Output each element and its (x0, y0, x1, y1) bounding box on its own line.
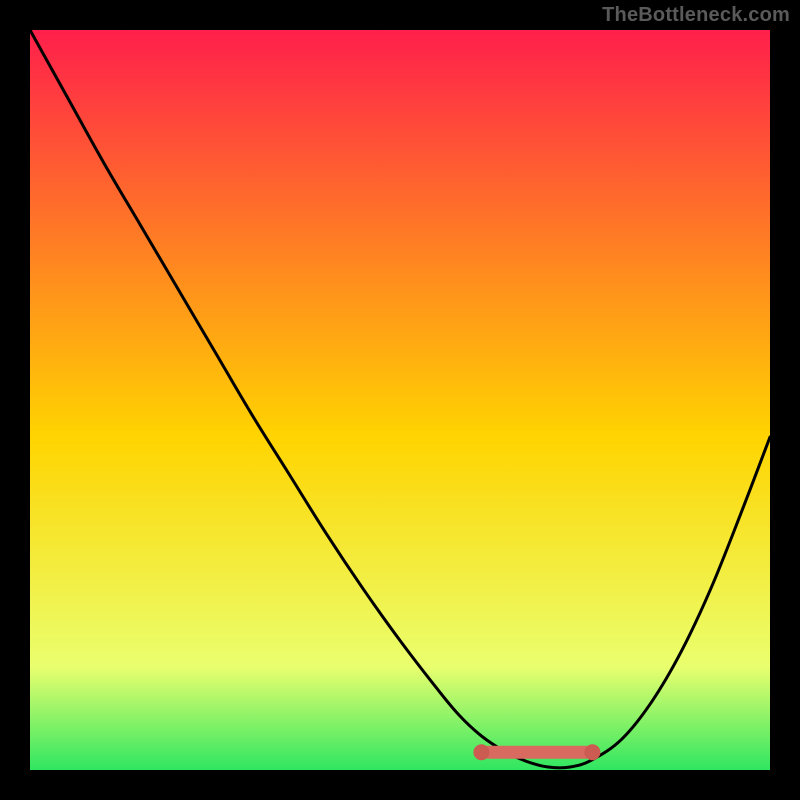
bottleneck-plot (30, 30, 770, 770)
chart-frame: TheBottleneck.com (0, 0, 800, 800)
watermark-text: TheBottleneck.com (602, 4, 790, 27)
optimal-range-end-dot (584, 744, 600, 760)
optimal-range-marker (473, 744, 600, 760)
gradient-background (30, 30, 770, 770)
optimal-range-start-dot (473, 744, 489, 760)
optimal-range-bar (481, 746, 592, 759)
plot-area (30, 30, 770, 770)
